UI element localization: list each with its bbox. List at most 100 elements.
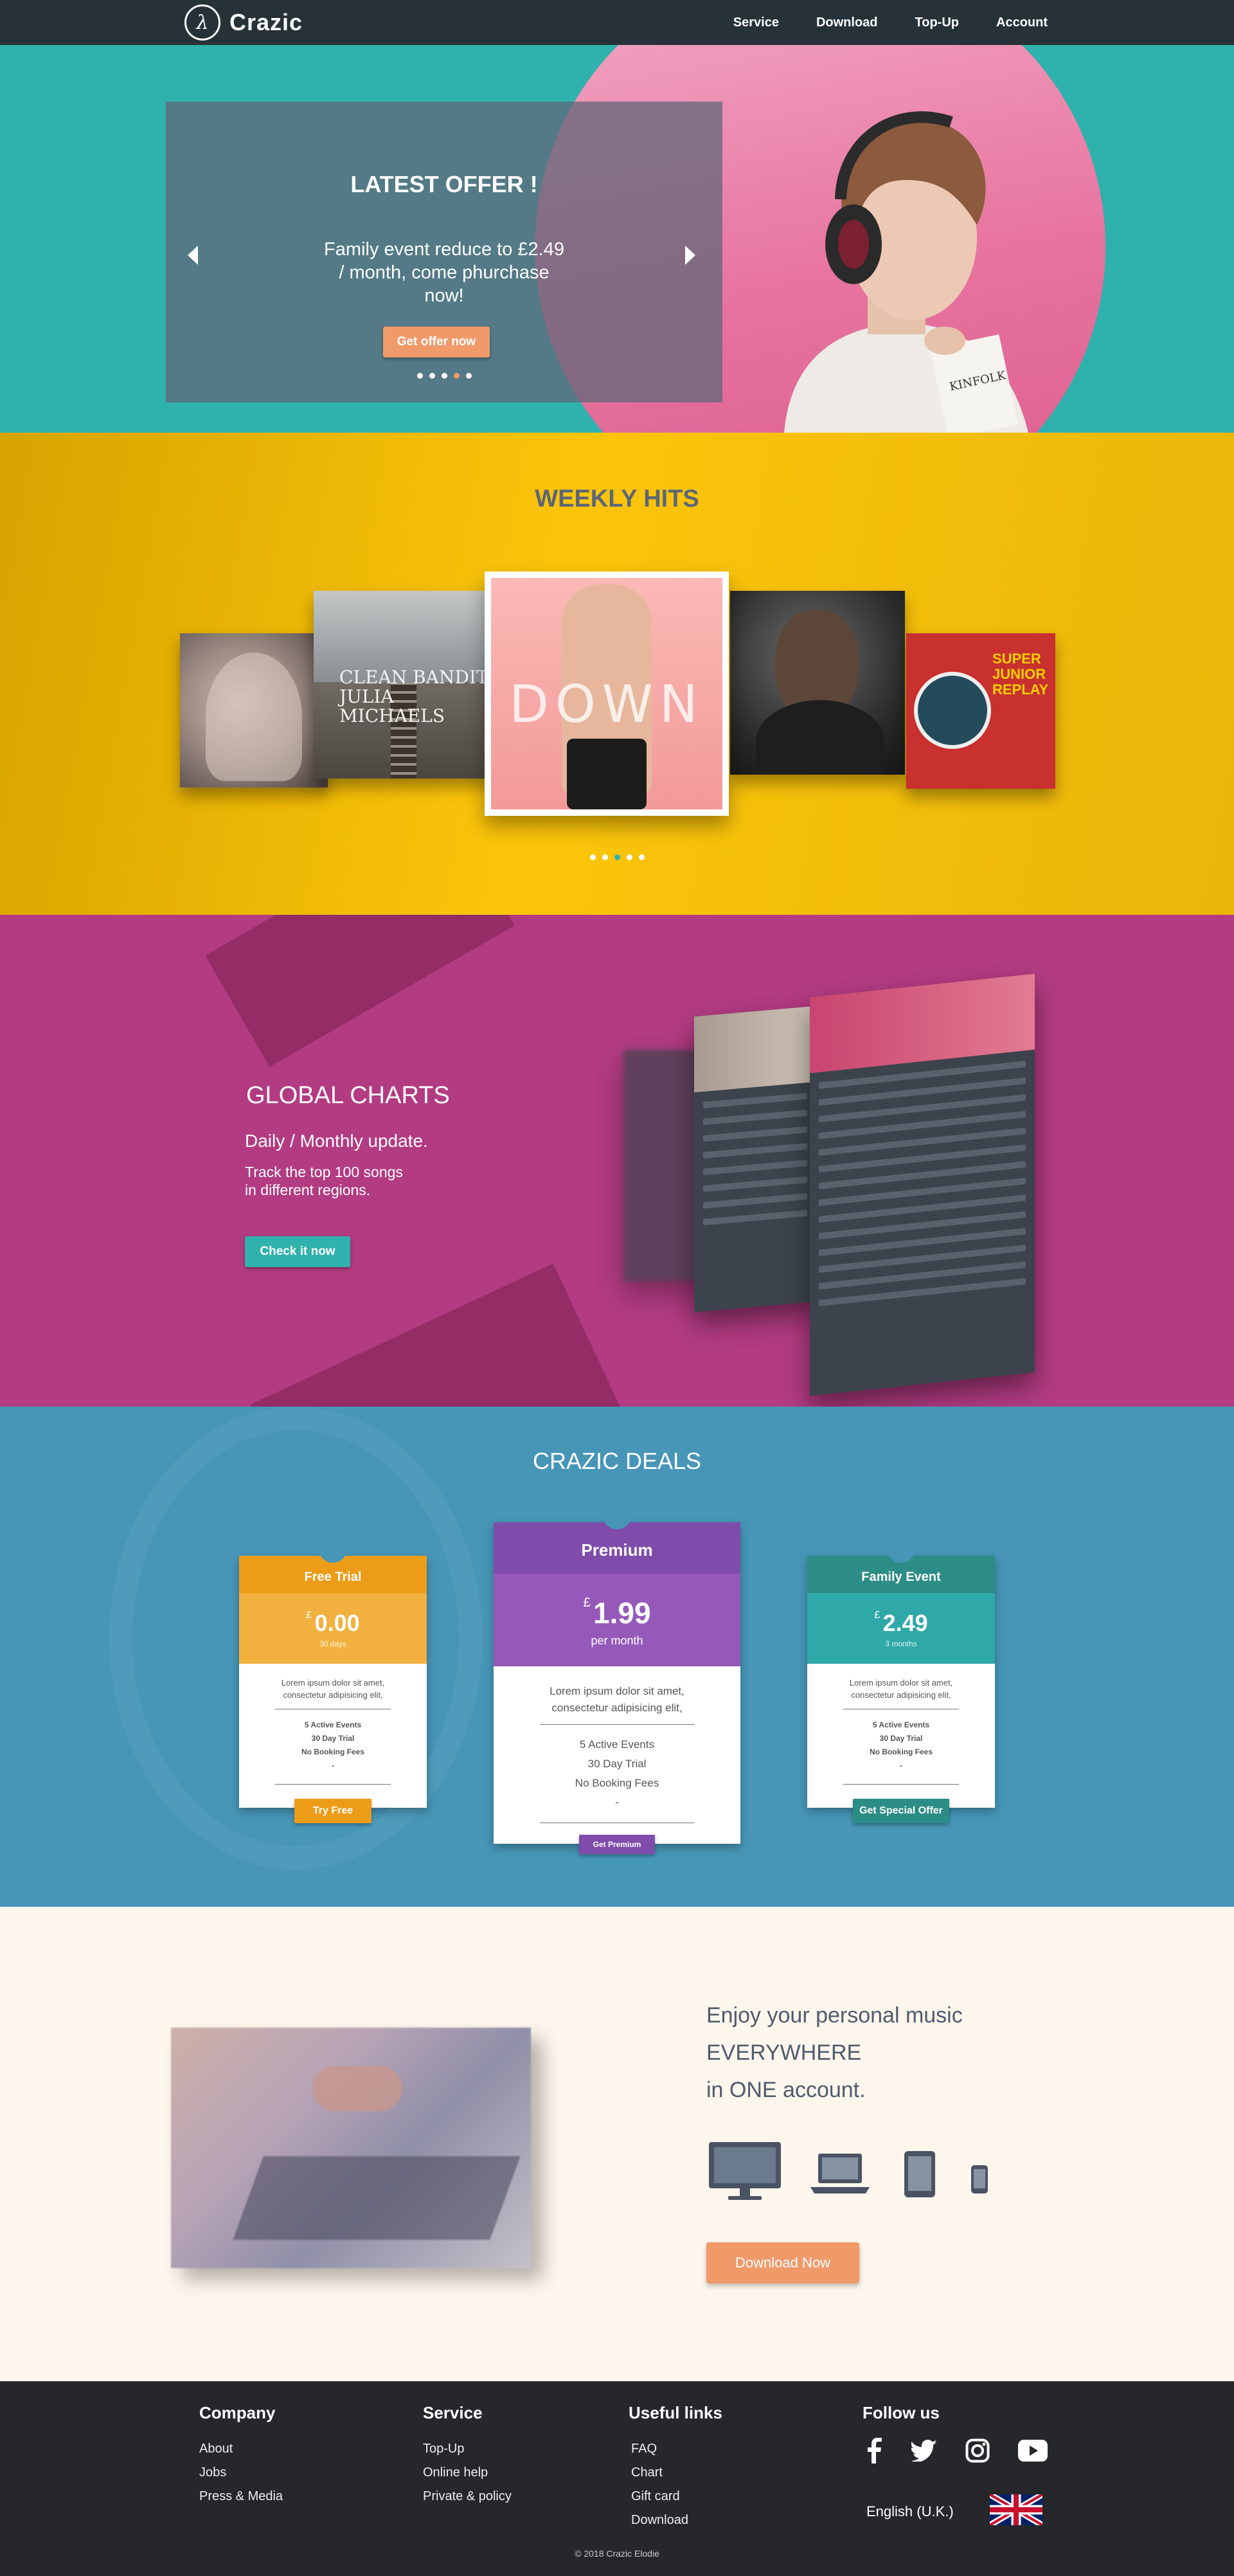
multi-device-section: Enjoy your personal music EVERYWHERE in … — [0, 1907, 1234, 2381]
divider — [540, 1724, 694, 1725]
plan-amount: 1.99 — [593, 1596, 651, 1630]
carousel-dot[interactable] — [626, 854, 632, 860]
album-cover[interactable] — [730, 591, 905, 775]
carousel-dot[interactable] — [416, 373, 423, 379]
plan-card-premium: Premium £ 1.99 per month Lorem ipsum dol… — [494, 1514, 740, 1854]
album-cover[interactable] — [180, 633, 328, 788]
get-offer-button[interactable]: Get offer now — [383, 327, 490, 357]
plan-body: Lorem ipsum dolor sit amet, consectetur … — [494, 1666, 740, 1823]
plan-price: £ 2.49 3 months — [807, 1593, 995, 1664]
footer-column-useful-links: Useful links FAQ Chart Gift card Downloa… — [629, 2403, 722, 2532]
plan-desc: Lorem ipsum dolor sit amet, — [550, 1685, 684, 1697]
featured-album-cover[interactable]: DOWN — [485, 572, 729, 816]
footer-link-gift-card[interactable]: Gift card — [629, 2485, 722, 2508]
decorative-shape — [205, 915, 515, 1067]
plan-desc: Lorem ipsum dolor sit amet, — [281, 1678, 385, 1688]
carousel-dot[interactable] — [614, 854, 620, 860]
plan-name: Free Trial — [239, 1547, 427, 1593]
heading-line: Enjoy your personal music — [706, 2003, 963, 2028]
carousel-dot[interactable] — [429, 373, 435, 379]
plan-price: £ 1.99 per month — [494, 1574, 740, 1666]
footer-column-follow: Follow us — [863, 2403, 940, 2437]
hero-section: KINFOLK LATEST OFFER ! Family event redu… — [0, 45, 1234, 433]
plan-body: Lorem ipsum dolor sit amet, consectetur … — [239, 1664, 427, 1785]
footer-heading: Follow us — [863, 2403, 940, 2422]
nav-link-account[interactable]: Account — [996, 15, 1048, 30]
plan-feature: 30 Day Trial — [587, 1758, 647, 1770]
copyright: © 2018 Crazic Elodie — [575, 2548, 659, 2559]
carousel-dot[interactable] — [638, 854, 645, 860]
twitter-icon[interactable] — [911, 2440, 937, 2462]
footer-link-faq[interactable]: FAQ — [629, 2437, 722, 2461]
footer-link-about[interactable]: About — [199, 2437, 283, 2461]
carousel-dot[interactable] — [602, 854, 608, 860]
plan-desc: consectetur adipisicing elit, — [283, 1690, 383, 1700]
check-it-now-button[interactable]: Check it now — [245, 1236, 350, 1267]
card-notch — [887, 1547, 915, 1563]
plan-feature: 5 Active Events — [304, 1720, 362, 1729]
try-free-button[interactable]: Try Free — [294, 1799, 371, 1823]
card-notch — [319, 1547, 347, 1563]
footer-column-service: Service Top-Up Online help Private & pol… — [423, 2403, 512, 2508]
album-cover-text: SUPER JUNIOR REPLAY — [992, 651, 1049, 698]
footer-link-press[interactable]: Press & Media — [199, 2485, 283, 2508]
carousel-dot[interactable] — [453, 373, 460, 379]
get-premium-button[interactable]: Get Premium — [579, 1835, 655, 1854]
global-charts-section: GLOBAL CHARTS Daily / Monthly update. Tr… — [0, 915, 1234, 1407]
plan-feature: 30 Day Trial — [879, 1734, 923, 1743]
footer-link-privacy[interactable]: Private & policy — [423, 2485, 512, 2508]
hero-person-image: KINFOLK — [784, 111, 1028, 433]
top-navbar: λ Crazic Service Download Top-Up Account — [0, 0, 1234, 45]
footer-column-company: Company About Jobs Press & Media — [199, 2403, 283, 2508]
plan-name-label: Family Event — [861, 1570, 941, 1584]
download-now-button[interactable]: Download Now — [706, 2242, 859, 2283]
footer-link-chart[interactable]: Chart — [629, 2461, 722, 2485]
plan-period: 3 months — [885, 1639, 917, 1648]
language-selector[interactable]: English (U.K.) — [866, 2503, 954, 2520]
footer-heading: Service — [423, 2403, 483, 2422]
uk-flag-icon[interactable] — [990, 2494, 1042, 2525]
plan-feature: No Booking Fees — [301, 1747, 364, 1756]
footer-link-jobs[interactable]: Jobs — [199, 2461, 283, 2485]
plan-feature: - — [332, 1761, 334, 1770]
plan-name-label: Free Trial — [304, 1570, 362, 1584]
logo[interactable]: λ Crazic — [184, 5, 303, 41]
get-special-offer-button[interactable]: Get Special Offer — [853, 1799, 949, 1823]
nav-link-service[interactable]: Service — [733, 15, 779, 30]
youtube-icon[interactable] — [1018, 2440, 1048, 2462]
album-cover[interactable]: SUPER JUNIOR REPLAY — [906, 633, 1055, 789]
brand-name: Crazic — [229, 9, 303, 35]
nav-menu: Service Download Top-Up Account — [733, 0, 1048, 45]
charts-description-line: Track the top 100 songs — [245, 1164, 403, 1180]
charts-description-line: in different regions. — [245, 1182, 371, 1198]
footer-link-download[interactable]: Download — [629, 2508, 722, 2532]
weekly-hits-title: WEEKLY HITS — [535, 485, 699, 512]
carousel-dot[interactable] — [441, 373, 447, 379]
plan-desc: consectetur adipisicing elit, — [851, 1690, 951, 1700]
divider — [275, 1784, 391, 1785]
deals-section: CRAZIC DEALS Free Trial £ 0.00 30 days L… — [0, 1407, 1234, 1907]
desktop-icon — [709, 2142, 781, 2200]
album-cover[interactable]: CLEAN BANDIT JULIA MICHAELS — [314, 591, 492, 779]
plan-name: Family Event — [807, 1547, 995, 1593]
weekly-hits-section: WEEKLY HITS CLEAN BANDIT JULIA MICHAELS … — [0, 433, 1234, 915]
footer: Company About Jobs Press & Media Service… — [0, 2381, 1234, 2576]
nav-link-topup[interactable]: Top-Up — [915, 15, 960, 30]
carousel-dot[interactable] — [465, 373, 472, 379]
carousel-dot[interactable] — [589, 854, 596, 860]
album-cover-text: DOWN — [509, 674, 704, 734]
plan-currency: £ — [306, 1610, 312, 1621]
facebook-icon[interactable] — [868, 2438, 883, 2463]
plan-body: Lorem ipsum dolor sit amet, consectetur … — [807, 1664, 995, 1785]
app-screenshot — [694, 1005, 816, 1313]
plan-feature: 5 Active Events — [579, 1738, 655, 1751]
footer-link-online-help[interactable]: Online help — [423, 2461, 512, 2485]
nav-link-download[interactable]: Download — [816, 15, 878, 30]
plan-feature: 5 Active Events — [872, 1720, 930, 1729]
footer-link-topup[interactable]: Top-Up — [423, 2437, 512, 2461]
offer-text: Family event reduce to £2.49 / month, co… — [324, 239, 564, 306]
plan-feature: - — [900, 1761, 902, 1770]
decorative-shape — [250, 1263, 624, 1407]
instagram-icon[interactable] — [965, 2438, 990, 2463]
deals-title: CRAZIC DEALS — [532, 1448, 702, 1474]
